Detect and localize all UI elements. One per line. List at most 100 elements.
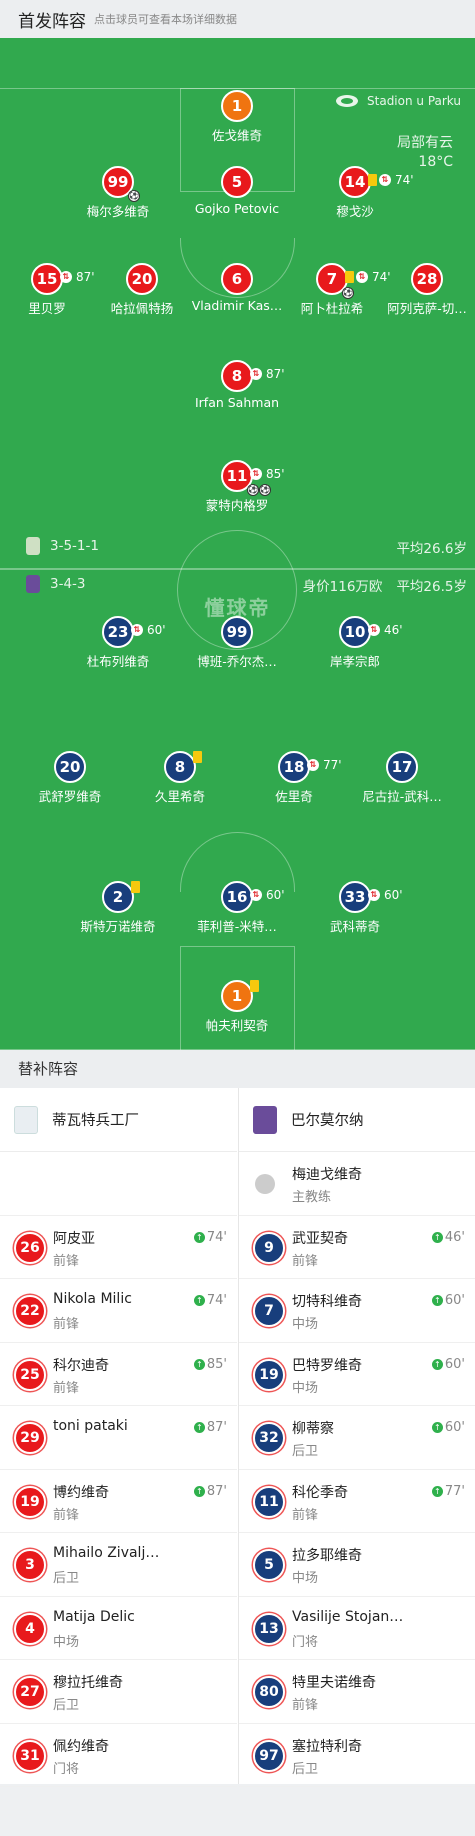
home-player[interactable]: 1 佐戈维奇 xyxy=(182,90,292,144)
bench-player-row[interactable]: 26 阿皮亚 前锋 ↑ 74' xyxy=(0,1216,237,1279)
substitution-minute: 87' xyxy=(266,367,285,381)
bench-player-row[interactable]: 19 博约维奇 前锋 ↑ 87' xyxy=(0,1470,237,1533)
venue-name: Stadion u Parku xyxy=(367,94,461,108)
bench-home-column: 蒂瓦特兵工厂 26 阿皮亚 前锋 ↑ 74' 22 Nikola Milic 前锋 ↑ 74' 25… xyxy=(0,1088,237,1787)
away-player[interactable]: 99 博班-乔尔杰… xyxy=(182,616,292,670)
bench-player-row[interactable]: 25 科尔迪奇 前锋 ↑ 85' xyxy=(0,1343,237,1406)
home-player[interactable]: 11 ⇅ 85' ⚽ ⚽ 蒙特内格罗 xyxy=(182,460,292,514)
bench-player-row[interactable]: 5 拉多耶维奇 中场 xyxy=(239,1533,475,1597)
sub-in-icon: ↑ xyxy=(431,1422,443,1433)
player-number: 4 xyxy=(14,1612,46,1645)
home-player[interactable]: 8 ⇅ 87' Irfan Sahman xyxy=(182,360,292,410)
player-position: 前锋 xyxy=(292,1253,319,1269)
home-player[interactable]: 14 ⇅ 74' 穆戈沙 xyxy=(300,166,414,220)
sub-in-minute: 74' xyxy=(206,1229,227,1245)
player-number: 5 xyxy=(221,166,253,198)
sub-in-time: ↑ 60' xyxy=(431,1357,465,1372)
home-player[interactable]: 5 Gojko Petovic xyxy=(182,166,292,216)
player-number: 28 xyxy=(411,263,443,295)
bench-player-row[interactable]: 4 Matija Delic 中场 xyxy=(0,1597,237,1660)
player-name: 博约维奇 xyxy=(53,1484,109,1501)
away-player[interactable]: 18 ⇅ 77' 佐里奇 xyxy=(239,751,349,805)
player-number: 8 ⇅ 87' xyxy=(221,360,285,392)
player-name: 巴特罗维奇 xyxy=(292,1357,362,1374)
player-name: 梅尔多维奇 xyxy=(86,204,150,219)
bench-player-row[interactable]: 29 toni pataki ↑ 87' xyxy=(0,1406,237,1470)
bench-player-row[interactable]: 32 柳蒂察 后卫 ↑ 60' xyxy=(239,1406,475,1470)
sub-in-icon: ↑ xyxy=(193,1295,205,1306)
lineup-subtitle: 点击球员可查看本场详细数据 xyxy=(94,13,237,26)
player-name: 久里希奇 xyxy=(154,789,205,804)
home-player[interactable]: 6 Vladimir Kas… xyxy=(182,263,292,313)
sub-in-icon: ↑ xyxy=(431,1485,443,1497)
player-name: 岸孝宗郎 xyxy=(329,654,380,669)
sub-in-minute: 87' xyxy=(206,1420,227,1435)
player-number: 16 ⇅ 60' xyxy=(221,881,285,913)
coach-row[interactable]: 梅迪戈维奇 主教练 xyxy=(239,1152,475,1216)
sub-in-minute: 77' xyxy=(444,1483,465,1499)
home-player[interactable]: 99 ⚽ 梅尔多维奇 xyxy=(63,166,173,220)
player-name: 佐里奇 xyxy=(275,789,313,804)
player-events: ⇅ 74' xyxy=(368,166,414,194)
bench-player-row[interactable]: 3 Mihailo Zivalj… 后卫 xyxy=(0,1533,237,1597)
bench-player-row[interactable]: 7 切特科维奇 中场 ↑ 60' xyxy=(239,1279,475,1343)
player-number: 19 xyxy=(14,1485,46,1518)
player-events xyxy=(193,751,204,763)
away-player[interactable]: 8 久里希奇 xyxy=(125,751,235,805)
away-player[interactable]: 10 ⇅ 46' 岸孝宗郎 xyxy=(300,616,410,670)
player-name: 武亚契奇 xyxy=(292,1230,348,1247)
player-name: 阿列克萨-切… xyxy=(387,301,467,316)
lineup-title: 首发阵容 xyxy=(18,11,86,32)
player-position: 后卫 xyxy=(53,1698,80,1713)
bench-player-row[interactable]: 97 塞拉特利奇 后卫 xyxy=(239,1724,475,1787)
away-player[interactable]: 23 ⇅ 60' 杜布列维奇 xyxy=(63,616,173,670)
away-player[interactable]: 1 帕夫利契奇 xyxy=(182,980,292,1034)
bench-home-team[interactable]: 蒂瓦特兵工厂 xyxy=(0,1088,237,1152)
sub-in-minute: 74' xyxy=(206,1293,227,1308)
sub-in-time: ↑ 77' xyxy=(431,1483,465,1499)
player-number: 11 xyxy=(253,1485,285,1518)
player-number: 6 xyxy=(221,263,253,295)
player-position: 前锋 xyxy=(292,1698,319,1713)
player-position: 前锋 xyxy=(53,1317,80,1332)
home-player[interactable]: 20 哈拉佩特扬 xyxy=(87,263,197,317)
player-number: 99 xyxy=(221,616,253,648)
player-name: 尼古拉-武科… xyxy=(362,789,442,804)
player-number: 14 ⇅ 74' xyxy=(339,166,414,198)
player-name: 柳蒂察 xyxy=(292,1421,334,1437)
away-player[interactable]: 16 ⇅ 60' 菲利普-米特… xyxy=(182,881,292,935)
home-team-name: 蒂瓦特兵工厂 xyxy=(52,1113,139,1129)
bench-player-row[interactable]: 80 特里夫诺维奇 前锋 xyxy=(239,1660,475,1724)
bench: 蒂瓦特兵工厂 26 阿皮亚 前锋 ↑ 74' 22 Nikola Milic 前锋 ↑ 74' 25… xyxy=(0,1088,475,1787)
bench-player-row[interactable]: 13 Vasilije Stojan… 门将 xyxy=(239,1597,475,1660)
player-events: ⇅ 46' xyxy=(368,616,403,644)
home-player[interactable]: 7 ⇅ 74' ⚽ 阿卜杜拉希 xyxy=(277,263,391,317)
player-number: 5 xyxy=(253,1549,285,1581)
away-player[interactable]: 20 武舒罗维奇 xyxy=(15,751,125,805)
bench-player-row[interactable]: 19 巴特罗维奇 中场 ↑ 60' xyxy=(239,1343,475,1406)
player-name: 哈拉佩特扬 xyxy=(110,301,174,316)
bench-player-row[interactable]: 31 佩约维奇 门将 xyxy=(0,1724,237,1787)
player-name: Vasilije Stojan… xyxy=(292,1608,404,1625)
bench-player-row[interactable]: 22 Nikola Milic 前锋 ↑ 74' xyxy=(0,1279,237,1343)
away-formation: 3-4-3 xyxy=(26,575,86,593)
bench-player-row[interactable]: 11 科伦季奇 前锋 ↑ 77' xyxy=(239,1470,475,1533)
away-player[interactable]: 33 ⇅ 60' 武科蒂奇 xyxy=(300,881,410,935)
sub-in-icon: ↑ xyxy=(193,1422,205,1433)
away-player[interactable]: 2 斯特万诺维奇 xyxy=(63,881,173,935)
away-team-logo xyxy=(253,1105,277,1134)
home-avg-age: 平均26.6岁 xyxy=(396,541,467,557)
bench-player-row[interactable]: 9 武亚契奇 前锋 ↑ 46' xyxy=(239,1216,475,1279)
substitution-minute: 60' xyxy=(147,623,166,637)
player-number: 97 xyxy=(253,1739,285,1772)
home-formation: 3-5-1-1 xyxy=(26,537,99,555)
substitution-icon: ⇅ xyxy=(307,759,319,771)
sub-in-minute: 85' xyxy=(206,1356,227,1372)
player-number: 13 xyxy=(253,1612,285,1645)
bench-title: 替补阵容 xyxy=(0,1050,475,1088)
player-number: 1 xyxy=(221,980,259,1012)
home-player[interactable]: 28 阿列克萨-切… xyxy=(372,263,475,317)
bench-away-team[interactable]: 巴尔莫尔纳 xyxy=(239,1088,475,1152)
bench-player-row[interactable]: 27 穆拉托维奇 后卫 xyxy=(0,1660,237,1724)
away-player[interactable]: 17 尼古拉-武科… xyxy=(347,751,457,805)
